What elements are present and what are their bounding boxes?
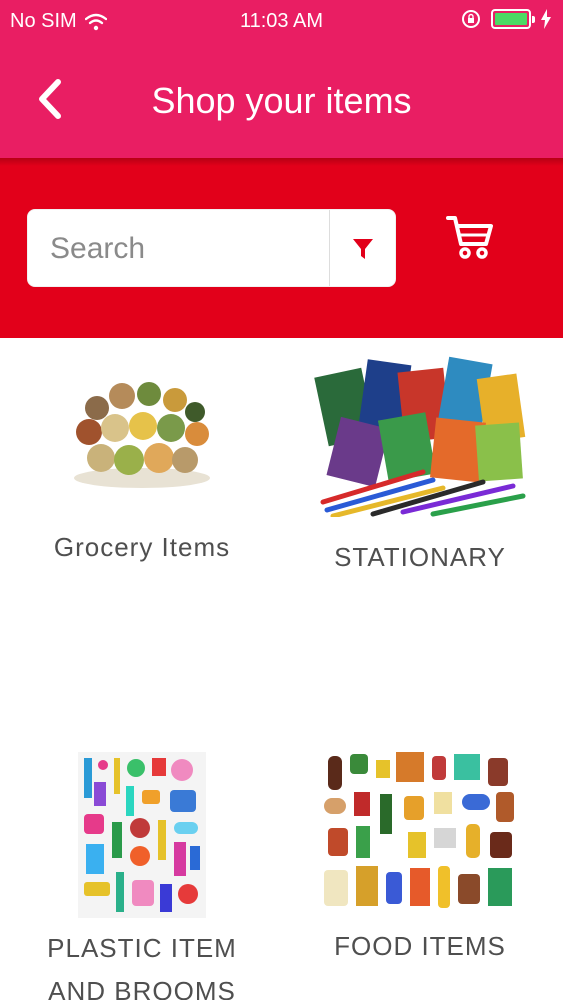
search-band	[0, 158, 563, 338]
category-label: FOOD ITEMS	[334, 931, 506, 961]
grocery-image	[74, 382, 210, 488]
app-header: No SIM 11:03 AM Shop your items	[0, 0, 563, 158]
orientation-lock-icon	[462, 10, 480, 28]
category-grocery[interactable]: Grocery Items	[12, 368, 272, 569]
page-title: Shop your items	[151, 80, 412, 121]
stationary-image	[313, 356, 525, 519]
category-label: Grocery Items	[53, 532, 231, 562]
header-shadow	[0, 158, 563, 166]
category-label-line2: AND BROOMS	[48, 976, 236, 1000]
search-input[interactable]	[50, 228, 330, 270]
status-right	[461, 9, 551, 29]
category-food[interactable]: FOOD ITEMS	[290, 748, 550, 968]
title-bar: Shop your items	[0, 44, 563, 158]
category-label-line1: PLASTIC ITEM	[47, 933, 237, 963]
battery-icon	[491, 9, 535, 29]
plastic-items-image	[78, 752, 206, 918]
filter-button[interactable]	[346, 232, 380, 266]
charging-icon	[541, 9, 551, 29]
category-stationary[interactable]: STATIONARY	[290, 352, 550, 579]
filter-icon	[353, 239, 373, 259]
search-divider	[329, 210, 330, 286]
search-box	[27, 209, 396, 287]
category-plastic-brooms[interactable]: PLASTIC ITEM AND BROOMS	[12, 752, 272, 1000]
food-items-image	[324, 752, 514, 908]
status-bar: No SIM 11:03 AM	[0, 0, 563, 44]
category-label: STATIONARY	[334, 542, 506, 572]
cart-icon[interactable]	[444, 210, 496, 262]
